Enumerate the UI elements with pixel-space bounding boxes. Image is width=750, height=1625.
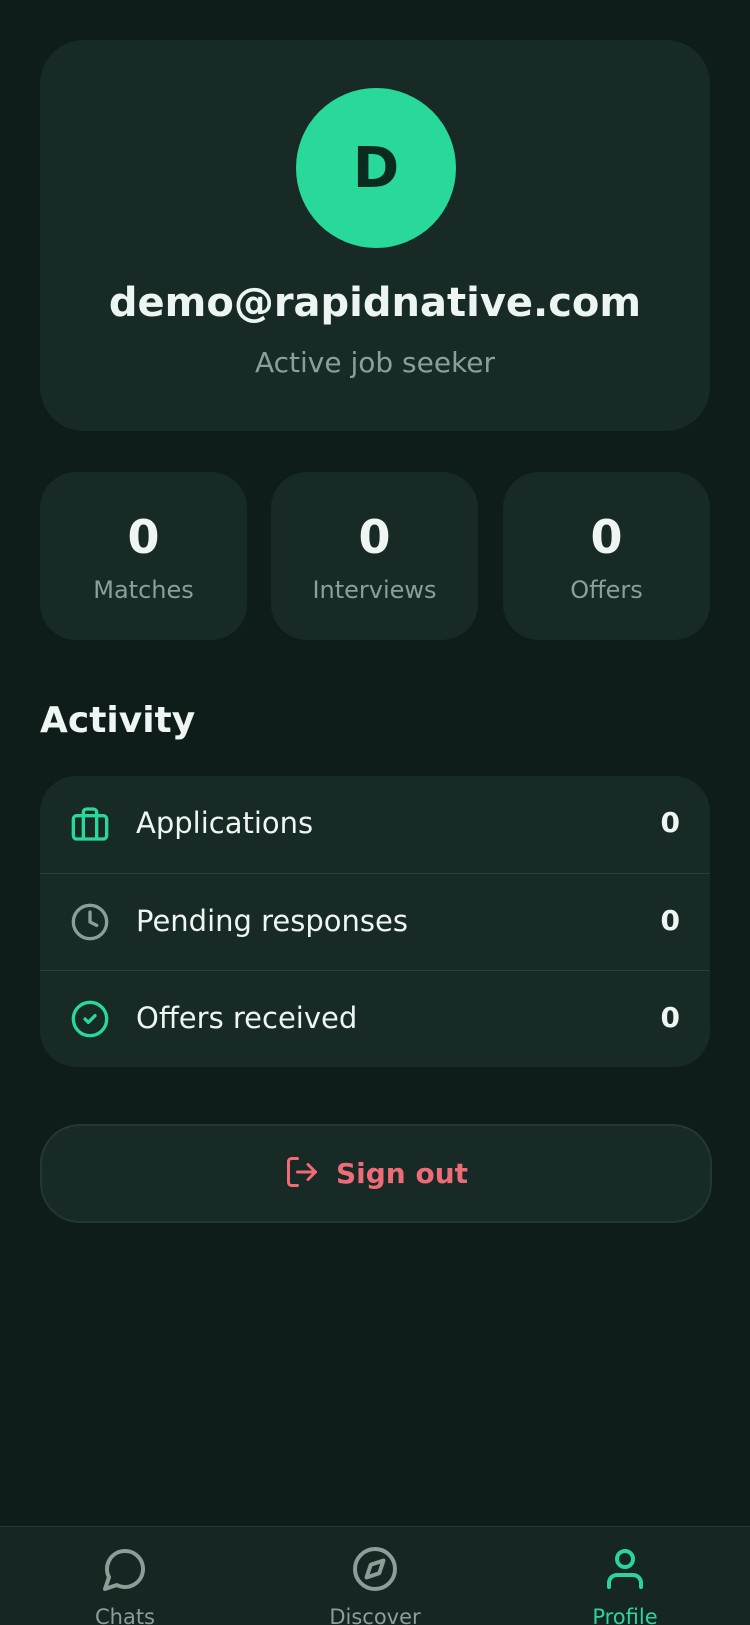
logout-icon bbox=[284, 1154, 320, 1194]
activity-count: 0 bbox=[660, 904, 680, 937]
stat-value: 0 bbox=[590, 510, 623, 564]
stat-value: 0 bbox=[358, 510, 391, 564]
stat-label: Offers bbox=[570, 576, 643, 604]
activity-label: Offers received bbox=[136, 1001, 358, 1035]
tab-bar: Chats Discover Profile bbox=[0, 1526, 750, 1625]
activity-row-pending[interactable]: Pending responses 0 bbox=[40, 873, 710, 971]
tab-profile[interactable]: Profile bbox=[500, 1527, 750, 1625]
briefcase-icon bbox=[70, 804, 110, 844]
sign-out-button[interactable]: Sign out bbox=[40, 1124, 712, 1223]
activity-count: 0 bbox=[660, 1001, 680, 1034]
avatar: D bbox=[296, 88, 456, 248]
profile-status: Active job seeker bbox=[254, 346, 496, 379]
stat-value: 0 bbox=[127, 510, 160, 564]
tab-discover[interactable]: Discover bbox=[250, 1527, 500, 1625]
compass-icon bbox=[351, 1545, 399, 1593]
tab-label: Discover bbox=[329, 1605, 421, 1625]
chat-icon bbox=[101, 1545, 149, 1593]
stat-label: Interviews bbox=[312, 576, 437, 604]
sign-out-label: Sign out bbox=[335, 1157, 469, 1190]
activity-row-offers[interactable]: Offers received 0 bbox=[40, 970, 710, 1067]
tab-label: Profile bbox=[592, 1605, 658, 1625]
tab-label: Chats bbox=[94, 1605, 156, 1625]
stat-label: Matches bbox=[93, 576, 194, 604]
activity-count: 0 bbox=[660, 806, 680, 839]
stats-row: 0 Matches 0 Interviews 0 Offers bbox=[40, 472, 710, 640]
activity-title: Activity bbox=[40, 700, 196, 741]
activity-label: Pending responses bbox=[136, 904, 408, 938]
activity-list: Applications 0 Pending responses 0 Offer… bbox=[40, 776, 710, 1067]
check-circle-icon bbox=[70, 999, 110, 1039]
stat-offers: 0 Offers bbox=[503, 472, 710, 640]
profile-card: D demo@rapidnative.com Active job seeker bbox=[40, 40, 710, 431]
stat-matches: 0 Matches bbox=[40, 472, 247, 640]
profile-email: demo@rapidnative.com bbox=[108, 280, 642, 326]
tab-chats[interactable]: Chats bbox=[0, 1527, 250, 1625]
user-icon bbox=[601, 1545, 649, 1593]
activity-row-applications[interactable]: Applications 0 bbox=[40, 776, 710, 873]
clock-icon bbox=[70, 902, 110, 942]
activity-label: Applications bbox=[136, 806, 314, 840]
stat-interviews: 0 Interviews bbox=[271, 472, 478, 640]
